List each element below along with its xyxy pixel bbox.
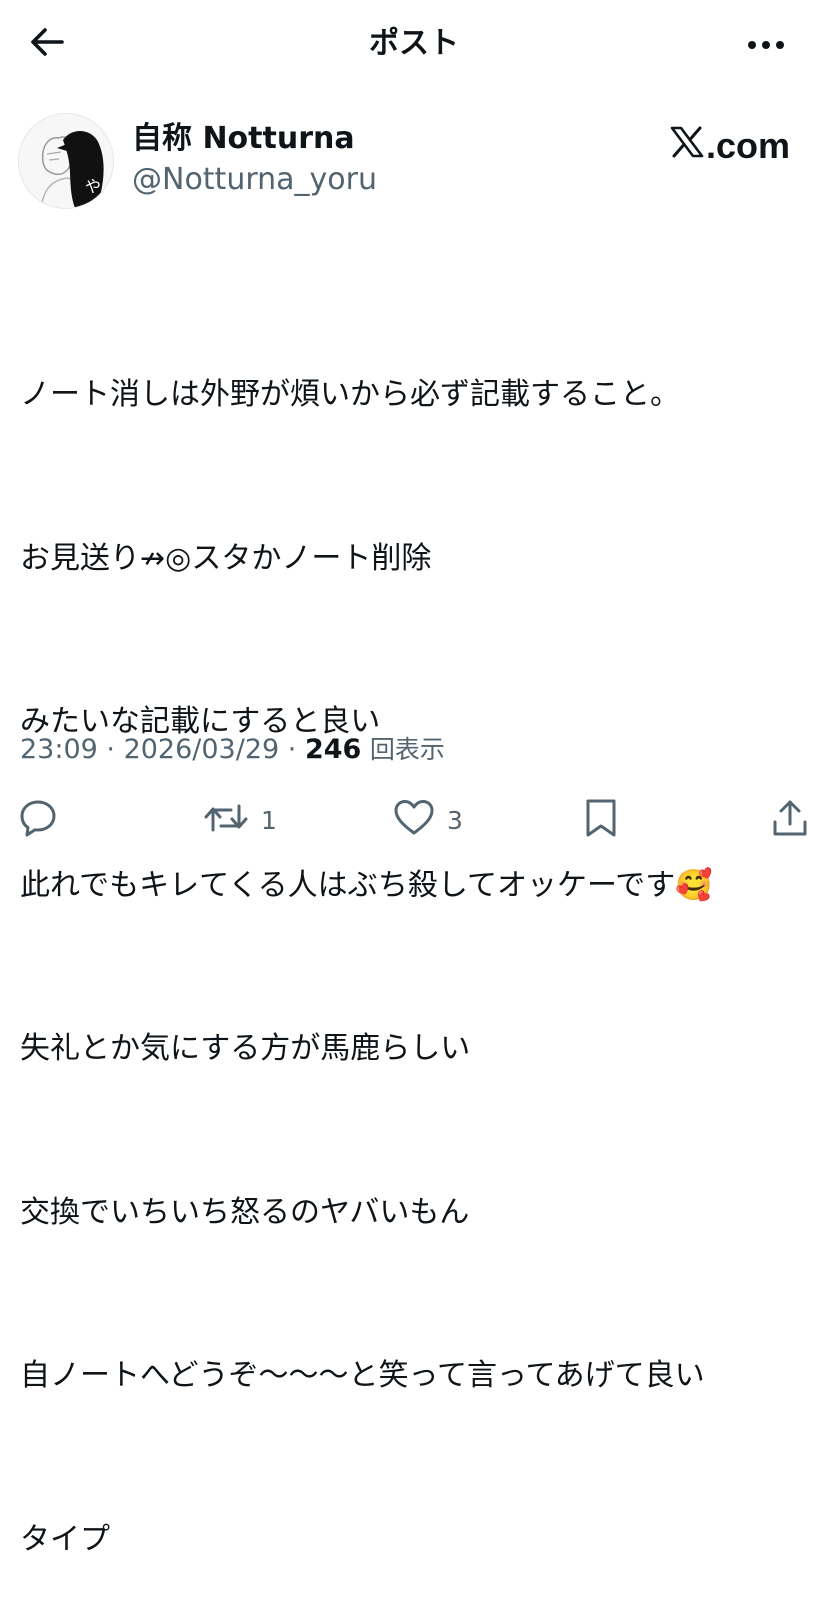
- bookmark-icon: [583, 798, 619, 842]
- post-text-line: 此れでもキレてくる人はぶち殺してオッケーです🥰: [20, 867, 713, 903]
- page-title: ポスト: [369, 26, 459, 61]
- author-handle[interactable]: @Notturna_yoru: [132, 160, 377, 200]
- repost-count: 1: [261, 805, 277, 835]
- like-count: 3: [447, 805, 463, 835]
- share-icon: [770, 798, 810, 842]
- post-text-line: 交換でいちいち怒るのヤバいもん: [20, 1194, 470, 1230]
- post-meta: 23:09 · 2026/03/29 · 246 回表示: [20, 730, 445, 770]
- top-bar: ポスト: [0, 0, 828, 90]
- post-time[interactable]: 23:09: [20, 734, 98, 765]
- post-text-line: タイプ: [20, 1521, 110, 1557]
- more-options-button[interactable]: [744, 26, 788, 62]
- repost-button[interactable]: 1: [203, 795, 277, 845]
- repost-icon: [203, 798, 249, 842]
- avatar-scribble: や: [85, 177, 101, 196]
- meta-separator: ·: [97, 734, 124, 765]
- source-badge-label: .com: [706, 125, 791, 166]
- post-text: ノート消しは外野が煩いから必ず記載すること。 お見送り↛◎スタかノート削除 みた…: [20, 259, 815, 1622]
- post-text-line: 失礼とか気にする方が馬鹿らしい: [20, 1031, 471, 1066]
- avatar[interactable]: や: [18, 113, 114, 209]
- views-label: 回表示: [369, 735, 445, 764]
- views-count: 246: [304, 734, 362, 765]
- x-logo-icon: [670, 125, 706, 167]
- post-text-line: 自ノートへどうぞ〜〜〜と笑って言ってあげて良い: [20, 1358, 705, 1393]
- bookmark-button[interactable]: [583, 795, 619, 845]
- reply-button[interactable]: [18, 795, 70, 845]
- share-button[interactable]: [770, 795, 810, 845]
- like-button[interactable]: 3: [393, 795, 463, 845]
- heart-icon: [393, 798, 435, 842]
- post-date[interactable]: 2026/03/29: [124, 734, 280, 765]
- author-display-name[interactable]: 自称 Notturna: [132, 119, 355, 159]
- action-bar: 1 3: [0, 795, 828, 845]
- source-badge: .com: [670, 123, 790, 169]
- post-text-line: お見送り↛◎スタかノート削除: [20, 540, 432, 576]
- reply-icon: [18, 798, 58, 842]
- more-dots-icon: [747, 35, 785, 54]
- meta-separator: ·: [279, 734, 305, 765]
- post-text-line: ノート消しは外野が煩いから必ず記載すること。: [20, 377, 680, 412]
